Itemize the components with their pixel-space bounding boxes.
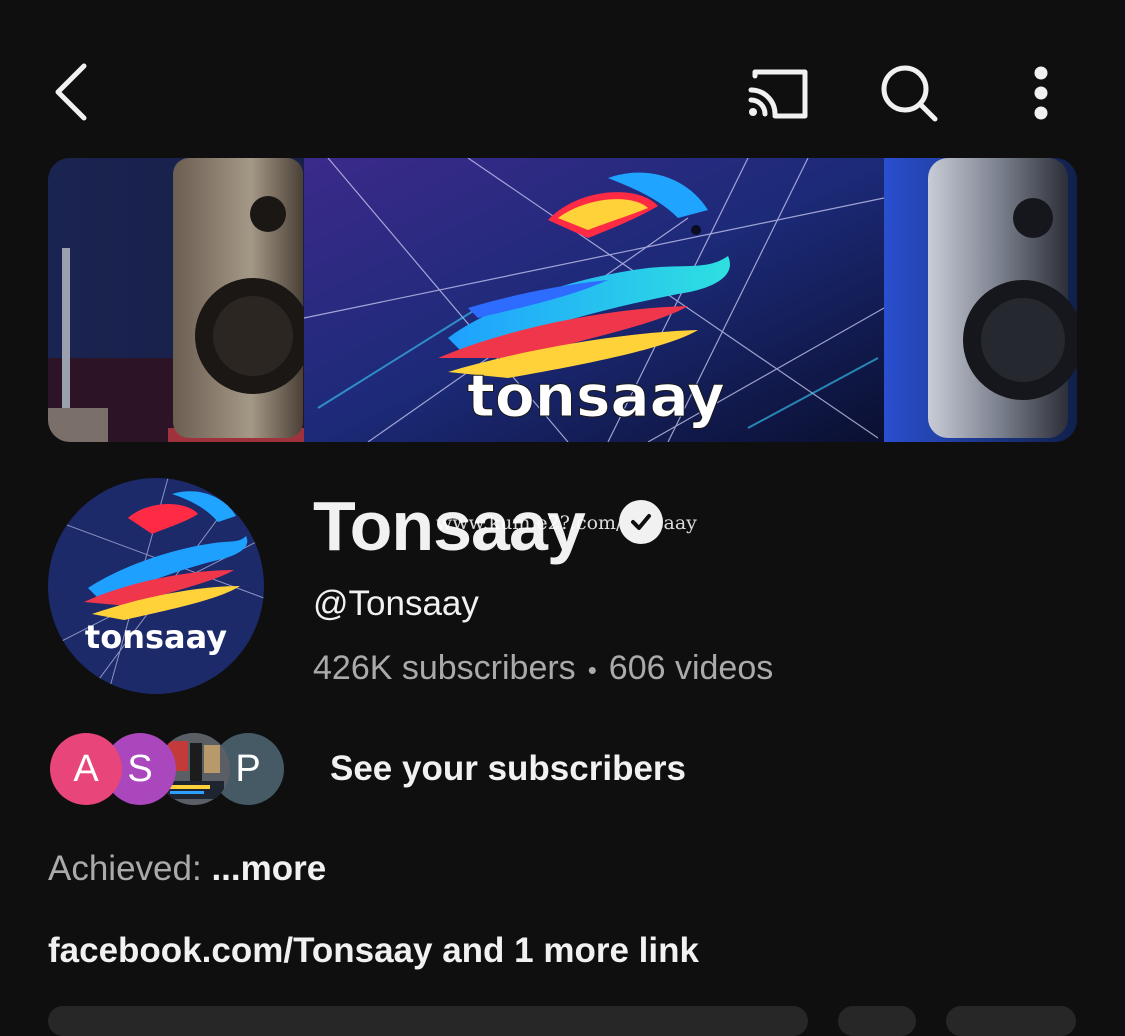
subscriber-count: 426K subscribers [313, 649, 576, 687]
more-options-button[interactable] [1020, 60, 1062, 126]
action-button-partial[interactable] [838, 1006, 916, 1036]
subscriber-avatar-letter: A [73, 747, 99, 790]
chevron-left-icon [55, 63, 87, 121]
channel-links[interactable]: facebook.com/Tonsaay and 1 more link [48, 930, 699, 972]
search-button[interactable] [876, 60, 942, 126]
banner-image: tonsaay [48, 158, 1077, 442]
channel-banner: tonsaay [48, 158, 1077, 442]
subscriber-avatar-letter: P [235, 747, 261, 790]
channel-stats: 426K subscribers • 606 videos [313, 648, 773, 690]
description-text: Achieved: [48, 849, 212, 888]
action-button-partial[interactable] [48, 1006, 808, 1036]
action-button-partial[interactable] [946, 1006, 1076, 1036]
search-icon [881, 65, 938, 122]
avatar-image: tonsaay [48, 478, 264, 694]
avatar-logo-text: tonsaay [85, 618, 227, 656]
subscriber-avatar: A [50, 733, 122, 805]
verified-badge [619, 500, 663, 544]
stats-separator: • [587, 655, 597, 686]
channel-avatar[interactable]: tonsaay [48, 478, 264, 694]
banner-logo-text: tonsaay [467, 362, 725, 430]
checkmark-icon [631, 514, 651, 530]
channel-description[interactable]: Achieved: ...more [48, 848, 326, 890]
back-button[interactable] [40, 56, 104, 128]
cast-icon [748, 69, 808, 119]
cast-button[interactable] [740, 60, 814, 126]
channel-handle: @Tonsaay [313, 584, 479, 623]
see-subscribers-label: See your subscribers [330, 749, 686, 788]
video-count: 606 videos [608, 649, 774, 687]
subscriber-avatar-letter: S [127, 747, 153, 790]
more-vertical-icon [1034, 66, 1048, 120]
see-subscribers-button[interactable]: A S P See your subscribers [50, 732, 686, 806]
more-link[interactable]: ...more [211, 849, 326, 888]
